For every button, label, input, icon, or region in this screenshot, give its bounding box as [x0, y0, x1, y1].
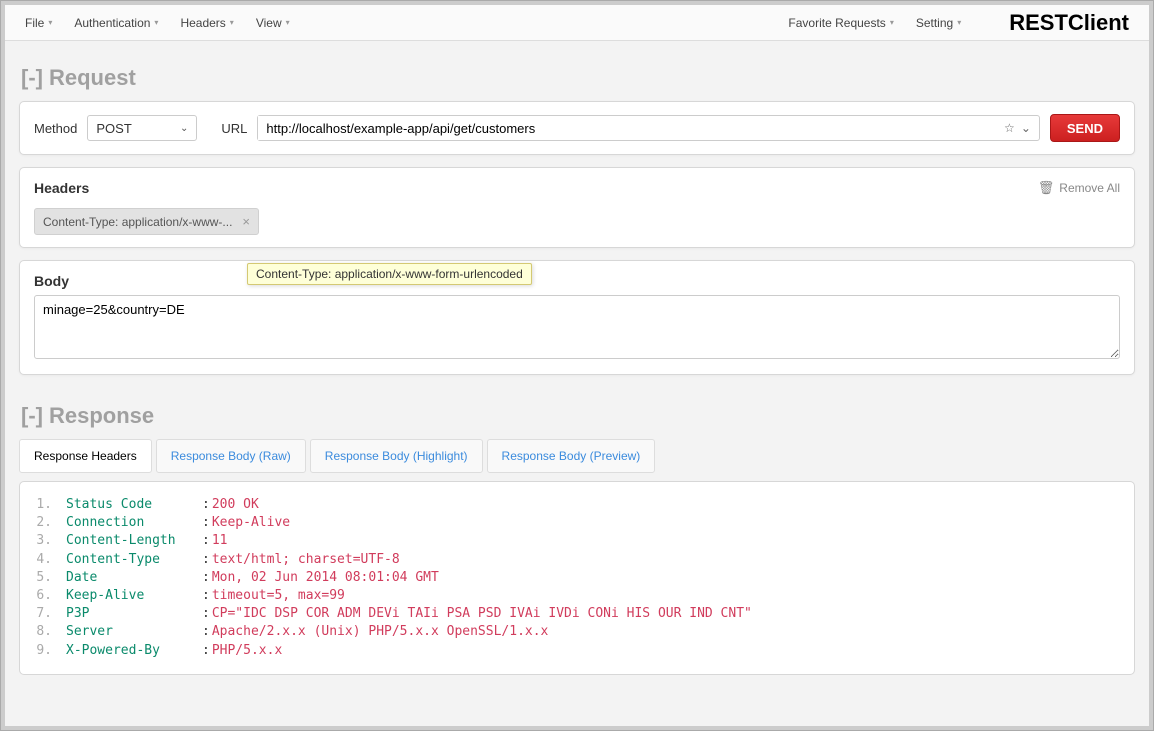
trash-icon: 🗑 — [1038, 180, 1055, 196]
header-value: Mon, 02 Jun 2014 08:01:04 GMT — [212, 569, 439, 587]
menu-setting[interactable]: Setting▾ — [916, 16, 961, 30]
response-headers-panel: 1.Status Code: 200 OK2.Connection: Keep-… — [19, 481, 1135, 675]
response-header-line: 2.Connection: Keep-Alive — [26, 514, 1120, 532]
header-value: 11 — [212, 532, 228, 550]
header-value: Keep-Alive — [212, 514, 290, 532]
header-value: text/html; charset=UTF-8 — [212, 551, 400, 569]
colon: : — [202, 514, 210, 532]
header-key: X-Powered-By — [66, 642, 202, 660]
menu-authentication[interactable]: Authentication▾ — [74, 16, 158, 30]
tab-response-body-highlight-[interactable]: Response Body (Highlight) — [310, 439, 483, 473]
response-header-line: 9.X-Powered-By: PHP/5.x.x — [26, 642, 1120, 660]
remove-all-button[interactable]: 🗑 Remove All — [1038, 180, 1120, 196]
line-number: 5. — [26, 569, 66, 587]
close-icon[interactable]: × — [242, 214, 250, 229]
line-number: 3. — [26, 532, 66, 550]
line-number: 1. — [26, 496, 66, 514]
colon: : — [202, 605, 210, 623]
header-key: Status Code — [66, 496, 202, 514]
line-number: 2. — [26, 514, 66, 532]
response-header-line: 6.Keep-Alive: timeout=5, max=99 — [26, 587, 1120, 605]
line-number: 4. — [26, 551, 66, 569]
response-header-line: 1.Status Code: 200 OK — [26, 496, 1120, 514]
caret-icon: ▾ — [890, 18, 894, 27]
caret-icon: ▾ — [957, 18, 961, 27]
response-header-line: 5.Date: Mon, 02 Jun 2014 08:01:04 GMT — [26, 569, 1120, 587]
header-key: Date — [66, 569, 202, 587]
response-header-line: 8.Server: Apache/2.x.x (Unix) PHP/5.x.x … — [26, 623, 1120, 641]
header-value: timeout=5, max=99 — [212, 587, 345, 605]
menu-file[interactable]: File▾ — [25, 16, 52, 30]
chevron-down-icon: ⌄ — [180, 123, 188, 134]
method-value: POST — [96, 121, 131, 136]
body-title: Body — [34, 273, 69, 289]
body-panel: Body — [19, 260, 1135, 375]
caret-icon: ▾ — [48, 18, 52, 27]
colon: : — [202, 496, 210, 514]
header-key: Server — [66, 623, 202, 641]
request-section-title: Request — [49, 65, 136, 91]
method-label: Method — [34, 121, 77, 136]
colon: : — [202, 551, 210, 569]
headers-title: Headers — [34, 180, 89, 196]
star-icon[interactable]: ☆ — [1004, 121, 1015, 135]
tab-response-headers[interactable]: Response Headers — [19, 439, 152, 473]
menu-headers[interactable]: Headers▾ — [180, 16, 233, 30]
menubar: File▾ Authentication▾ Headers▾ View▾ Fav… — [5, 5, 1149, 41]
header-key: P3P — [66, 605, 202, 623]
request-collapse-toggle[interactable]: [-] — [21, 65, 43, 91]
line-number: 6. — [26, 587, 66, 605]
header-value: PHP/5.x.x — [212, 642, 282, 660]
menu-view[interactable]: View▾ — [256, 16, 290, 30]
caret-icon: ▾ — [154, 18, 158, 27]
body-textarea[interactable] — [34, 295, 1120, 359]
response-header-line: 7.P3P: CP="IDC DSP COR ADM DEVi TAIi PSA… — [26, 605, 1120, 623]
line-number: 9. — [26, 642, 66, 660]
chevron-down-icon[interactable]: ⌄ — [1021, 121, 1031, 135]
header-key: Content-Length — [66, 532, 202, 550]
url-input[interactable] — [258, 116, 996, 140]
header-value: 200 OK — [212, 496, 259, 514]
header-chip-text: Content-Type: application/x-www-... — [43, 215, 232, 229]
header-key: Connection — [66, 514, 202, 532]
request-panel: Method POST ⌄ URL ☆ ⌄ SEND — [19, 101, 1135, 155]
caret-icon: ▾ — [286, 18, 290, 27]
line-number: 8. — [26, 623, 66, 641]
colon: : — [202, 623, 210, 641]
header-chip[interactable]: Content-Type: application/x-www-... × — [34, 208, 259, 235]
line-number: 7. — [26, 605, 66, 623]
colon: : — [202, 569, 210, 587]
response-tabs: Response HeadersResponse Body (Raw)Respo… — [19, 439, 1135, 473]
response-header-line: 4.Content-Type: text/html; charset=UTF-8 — [26, 551, 1120, 569]
send-button[interactable]: SEND — [1050, 114, 1120, 142]
response-collapse-toggle[interactable]: [-] — [21, 403, 43, 429]
response-header-line: 3.Content-Length: 11 — [26, 532, 1120, 550]
colon: : — [202, 642, 210, 660]
menu-favorite-requests[interactable]: Favorite Requests▾ — [788, 16, 893, 30]
url-label: URL — [221, 121, 247, 136]
tab-response-body-raw-[interactable]: Response Body (Raw) — [156, 439, 306, 473]
remove-all-label: Remove All — [1059, 181, 1120, 195]
colon: : — [202, 587, 210, 605]
header-value: CP="IDC DSP COR ADM DEVi TAIi PSA PSD IV… — [212, 605, 752, 623]
method-select[interactable]: POST ⌄ — [87, 115, 197, 141]
header-key: Keep-Alive — [66, 587, 202, 605]
tab-response-body-preview-[interactable]: Response Body (Preview) — [487, 439, 656, 473]
header-tooltip: Content-Type: application/x-www-form-url… — [247, 263, 532, 285]
headers-panel: Headers 🗑 Remove All Content-Type: appli… — [19, 167, 1135, 248]
response-section-title: Response — [49, 403, 154, 429]
caret-icon: ▾ — [230, 18, 234, 27]
header-key: Content-Type — [66, 551, 202, 569]
colon: : — [202, 532, 210, 550]
brand-logo: RESTClient — [1009, 10, 1129, 36]
header-value: Apache/2.x.x (Unix) PHP/5.x.x OpenSSL/1.… — [212, 623, 549, 641]
